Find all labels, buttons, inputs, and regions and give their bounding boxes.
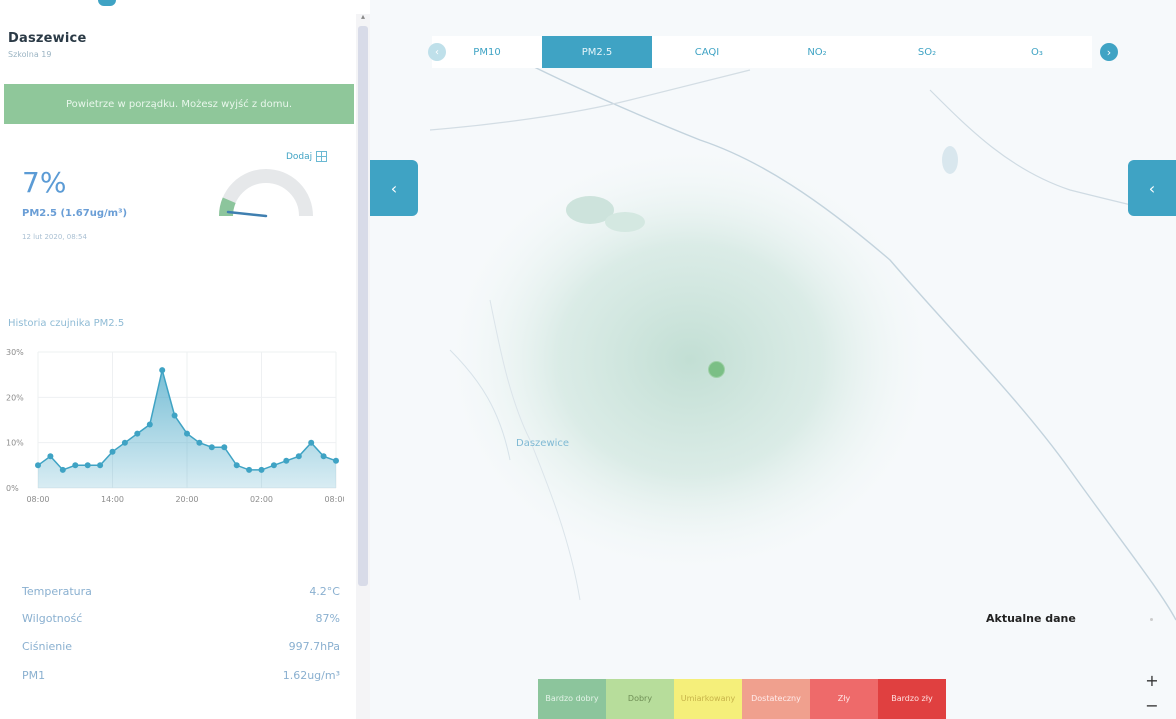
expand-right-panel-button[interactable]: ‹ (1128, 160, 1176, 216)
data-point (208, 444, 215, 451)
chevron-left-icon: ‹ (1148, 178, 1156, 198)
lake (942, 146, 958, 174)
data-point (258, 466, 265, 473)
history-chart-title: Historia czujnika PM2.5 (8, 318, 125, 329)
zoom-out-button[interactable]: − (1140, 695, 1164, 717)
add-label: Dodaj (286, 151, 313, 162)
gauge-track (219, 169, 313, 217)
y-tick-label: 10% (6, 439, 24, 448)
legend-item: Bardzo zły (878, 679, 946, 719)
data-point (184, 430, 190, 437)
stat-row-temperature: Temperatura 4.2°C (22, 585, 340, 598)
collapse-panel-button[interactable]: ‹ (370, 160, 418, 216)
map-town-label: Daszewice (516, 438, 570, 449)
data-point (283, 457, 290, 464)
legend-item: Dobry (606, 679, 674, 719)
pollution-overlay (450, 150, 930, 570)
history-chart: 0% 10% 20% 30% 08:00 14:00 20:00 02:00 08:00 (6, 348, 344, 504)
data-point (295, 453, 302, 460)
y-tick-label: 20% (6, 393, 24, 402)
legend-item: Dostateczny (742, 679, 810, 719)
tabs-next-icon[interactable]: › (1100, 43, 1118, 61)
data-point (159, 367, 166, 374)
legend-item: Umiarkowany (674, 679, 742, 719)
air-quality-gauge (218, 169, 313, 218)
x-tick-label: 02:00 (250, 495, 273, 504)
data-point (84, 462, 91, 469)
stat-value: 997.7hPa (288, 640, 340, 653)
x-tick-label: 08:00 (26, 495, 49, 504)
data-point (233, 462, 240, 469)
stat-row-humidity: Wilgotność 87% (22, 612, 340, 625)
reading-timestamp: 12 lut 2020, 08:54 (22, 233, 87, 241)
stat-label: Ciśnienie (22, 640, 73, 653)
data-point (47, 453, 54, 460)
station-name: Daszewice (8, 31, 87, 46)
map-view[interactable]: PM10 PM2.5 CAQI NO₂ SO₂ O₃ ‹ › ‹ ‹ Dasze… (370, 0, 1176, 719)
tabs-prev-icon[interactable]: ‹ (428, 43, 446, 61)
tab-so2[interactable]: SO₂ (872, 36, 982, 68)
tab-o3[interactable]: O₃ (982, 36, 1092, 68)
data-point (333, 457, 339, 464)
station-marker[interactable] (708, 361, 725, 378)
data-point (270, 462, 277, 469)
add-station-button[interactable]: Dodaj (286, 151, 328, 162)
data-point (109, 448, 116, 455)
tab-caqi[interactable]: CAQI (652, 36, 762, 68)
data-point (308, 439, 315, 446)
data-point (134, 430, 141, 437)
y-tick-label: 0% (6, 484, 19, 493)
x-tick-label: 20:00 (175, 495, 198, 504)
air-quality-percent: 7% (22, 166, 67, 199)
tab-pm10[interactable]: PM10 (432, 36, 542, 68)
tab-pm25[interactable]: PM2.5 (542, 36, 652, 68)
y-tick-label: 30% (6, 348, 24, 357)
stat-value: 1.62ug/m³ (282, 669, 340, 682)
pm25-reading: PM2.5 (1.67ug/m³) (22, 208, 128, 219)
data-point (121, 439, 128, 446)
x-tick-label: 08:00 (324, 495, 344, 504)
data-point (72, 462, 79, 469)
data-point (59, 466, 66, 473)
current-data-label[interactable]: Aktualne dane (986, 612, 1076, 625)
legend-item: Bardzo dobry (538, 679, 606, 719)
pollutant-tabs: PM10 PM2.5 CAQI NO₂ SO₂ O₃ (432, 36, 1122, 68)
status-message: Powietrze w porządku. Możesz wyjść z dom… (65, 98, 293, 110)
air-quality-legend: Bardzo dobry Dobry Umiarkowany Dostateczny Z… (538, 679, 946, 719)
location-pin-icon (98, 0, 116, 6)
data-point (97, 462, 104, 469)
data-point (320, 453, 327, 460)
data-point (246, 466, 253, 473)
stat-label: Temperatura (22, 585, 92, 598)
lake (605, 212, 645, 232)
x-tick-label: 14:00 (101, 495, 124, 504)
chevron-left-icon: ‹ (390, 178, 398, 198)
data-point (221, 444, 228, 451)
scroll-up-arrow-icon[interactable]: ▴ (358, 12, 368, 22)
air-quality-status-banner: Powietrze w porządku. Możesz wyjść z dom… (4, 84, 354, 124)
tab-no2[interactable]: NO₂ (762, 36, 872, 68)
station-address: Szkolna 19 (8, 50, 52, 59)
stat-row-pressure: Ciśnienie 997.7hPa (22, 640, 340, 653)
data-point (35, 462, 41, 469)
gauge-fill (218, 197, 236, 217)
stat-value: 87% (315, 612, 340, 625)
data-point (146, 421, 153, 428)
add-box-icon (316, 151, 328, 162)
scrollbar-thumb[interactable] (358, 26, 368, 586)
data-point (171, 412, 178, 419)
stat-row-pm1: PM1 1.62ug/m³ (22, 669, 340, 682)
data-point (196, 439, 203, 446)
stat-value: 4.2°C (309, 585, 340, 598)
gauge-needle (226, 210, 268, 218)
stat-label: PM1 (22, 669, 46, 682)
station-panel: Daszewice Szkolna 19 Powietrze w porządk… (0, 0, 356, 719)
dot-icon (1150, 618, 1153, 621)
legend-item: Zły (810, 679, 878, 719)
stat-label: Wilgotność (22, 612, 83, 625)
zoom-in-button[interactable]: + (1140, 670, 1164, 692)
